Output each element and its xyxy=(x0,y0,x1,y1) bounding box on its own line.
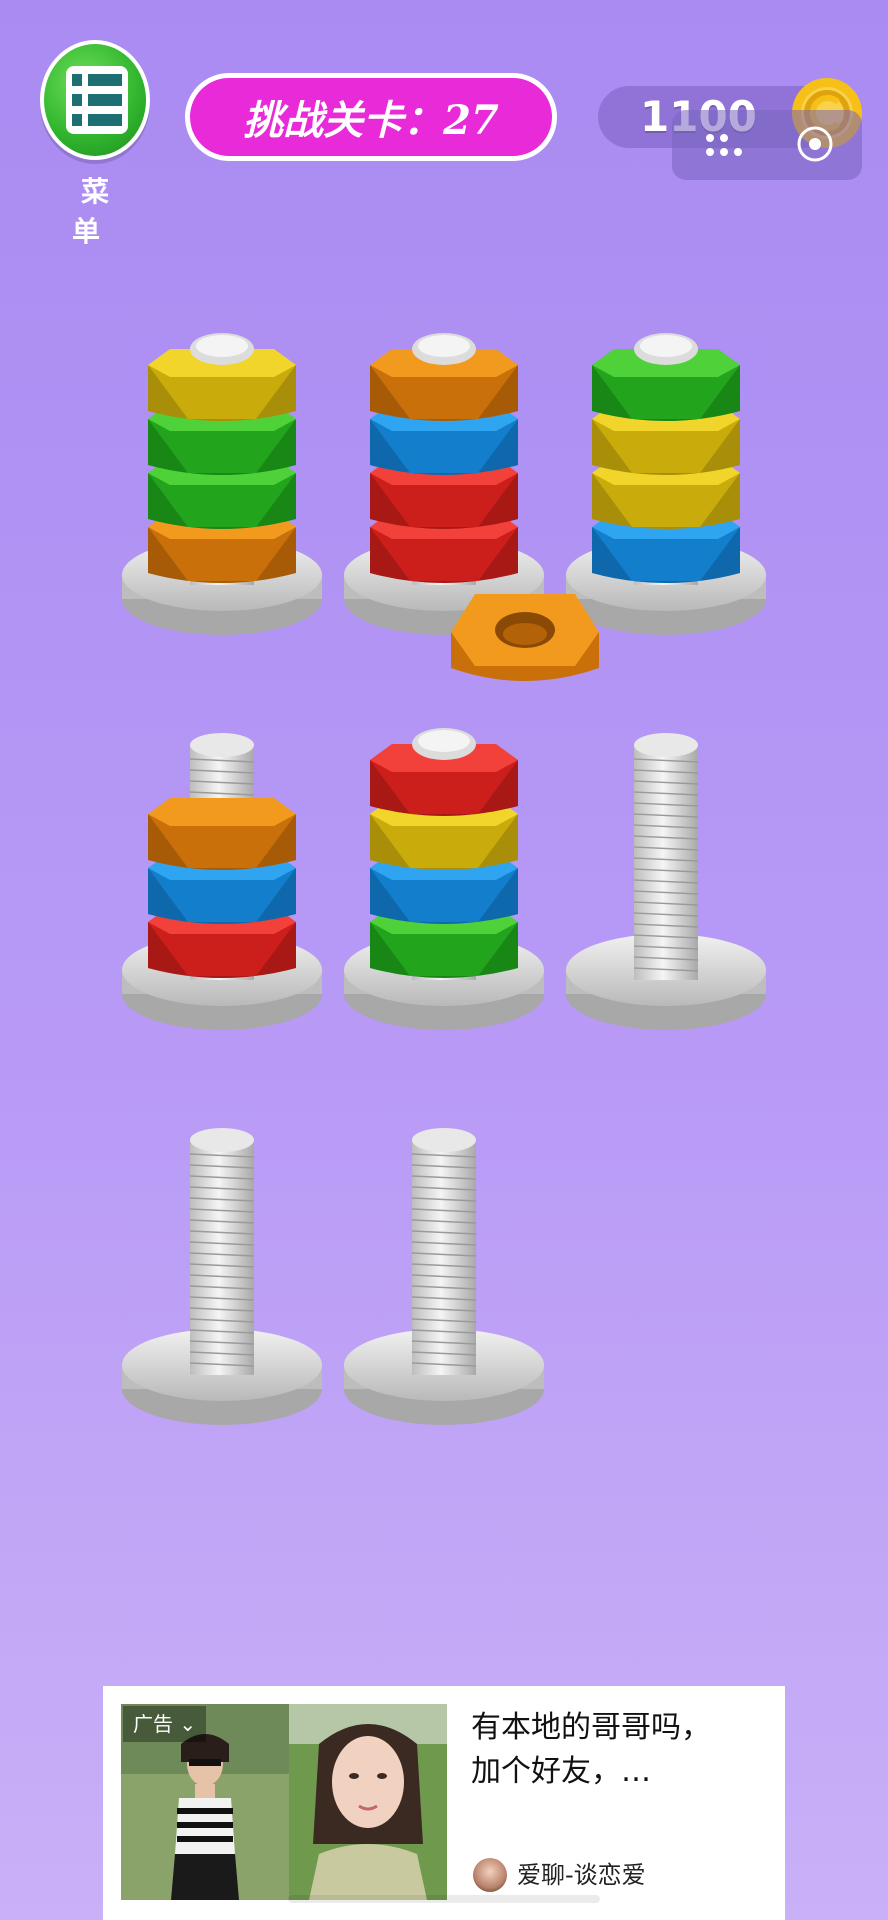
ad-photo-woman-selfie xyxy=(289,1704,447,1900)
bolt-cap-highlight xyxy=(196,335,248,357)
peg-7[interactable] xyxy=(122,1128,322,1425)
peg-3[interactable] xyxy=(566,333,766,635)
game-board[interactable] xyxy=(0,0,888,1650)
peg-top xyxy=(634,733,698,757)
bolt-cap-highlight xyxy=(418,730,470,752)
peg-top xyxy=(190,733,254,757)
peg-5[interactable] xyxy=(344,728,544,1030)
ad-brand-name: 爱聊-谈恋爱 xyxy=(517,1861,646,1889)
bolt-cap-highlight xyxy=(418,335,470,357)
peg-top xyxy=(190,1128,254,1152)
lifted-nut[interactable] xyxy=(451,594,599,681)
peg-top xyxy=(412,1128,476,1152)
ad-banner[interactable]: 广告 ⌄ 有本地的哥哥吗， 加个好友，… 爱聊-谈恋爱 xyxy=(103,1686,785,1920)
peg-2[interactable] xyxy=(344,333,544,635)
peg-8[interactable] xyxy=(344,1128,544,1425)
ad-label[interactable]: 广告 ⌄ xyxy=(123,1706,207,1742)
ad-title-line: 加个好友，… xyxy=(471,1754,651,1789)
peg-4[interactable] xyxy=(122,733,322,1030)
lifted-nut-thread xyxy=(503,623,547,645)
ad-label-text: 广告 xyxy=(133,1712,173,1736)
peg-shaft xyxy=(634,745,698,980)
peg-shaft xyxy=(412,1140,476,1375)
nut-orange xyxy=(148,798,296,870)
chevron-down-icon: ⌄ xyxy=(179,1712,197,1736)
peg-6[interactable] xyxy=(566,733,766,1030)
peg-1[interactable] xyxy=(122,333,322,635)
bolt-cap-highlight xyxy=(640,335,692,357)
ad-brand-avatar xyxy=(473,1858,507,1892)
peg-shaft xyxy=(190,1140,254,1375)
ad-title: 有本地的哥哥吗， 加个好友，… xyxy=(471,1706,771,1794)
ad-title-line: 有本地的哥哥吗， xyxy=(471,1710,711,1745)
home-indicator xyxy=(288,1895,600,1903)
